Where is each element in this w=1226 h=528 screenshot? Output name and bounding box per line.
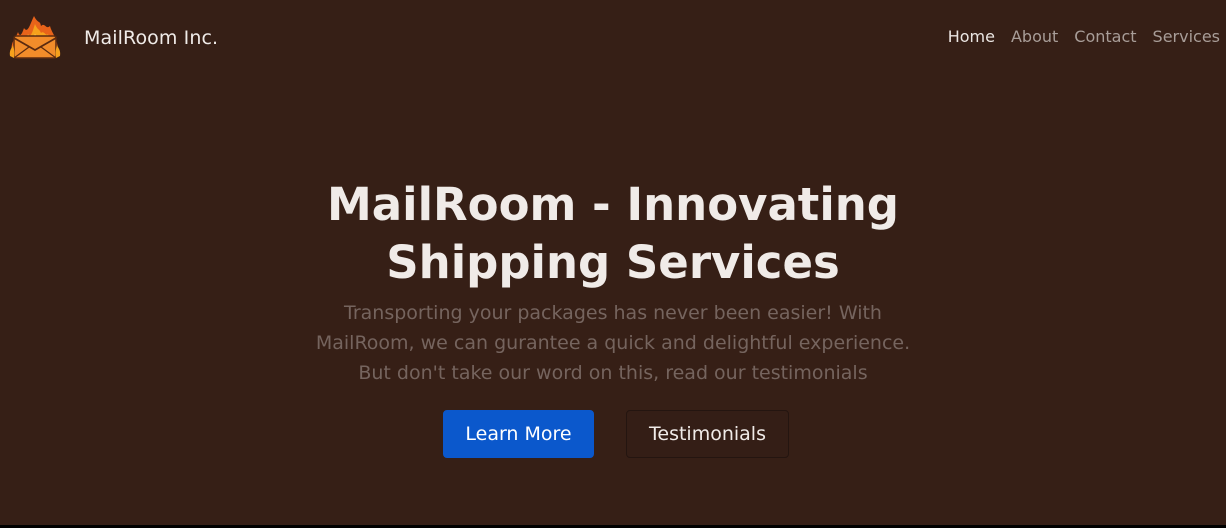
hero-title: MailRoom - Innovating Shipping Services	[0, 176, 1226, 292]
flaming-envelope-icon[interactable]	[8, 12, 62, 60]
nav-item-home[interactable]: Home	[948, 27, 995, 47]
testimonials-button[interactable]: Testimonials	[626, 410, 789, 458]
brand-name[interactable]: MailRoom Inc.	[84, 26, 218, 50]
hero-title-line-2: Shipping Services	[386, 236, 840, 289]
nav-item-contact[interactable]: Contact	[1074, 27, 1136, 47]
hero-description: Transporting your packages has never bee…	[315, 302, 911, 384]
main-nav: Home About Contact Services	[948, 27, 1220, 47]
learn-more-button[interactable]: Learn More	[443, 410, 594, 458]
hero-title-line-1: MailRoom - Innovating	[327, 178, 899, 231]
nav-item-about[interactable]: About	[1011, 27, 1058, 47]
nav-item-services[interactable]: Services	[1153, 27, 1220, 47]
page: MailRoom Inc. Home About Contact Service…	[0, 0, 1226, 525]
